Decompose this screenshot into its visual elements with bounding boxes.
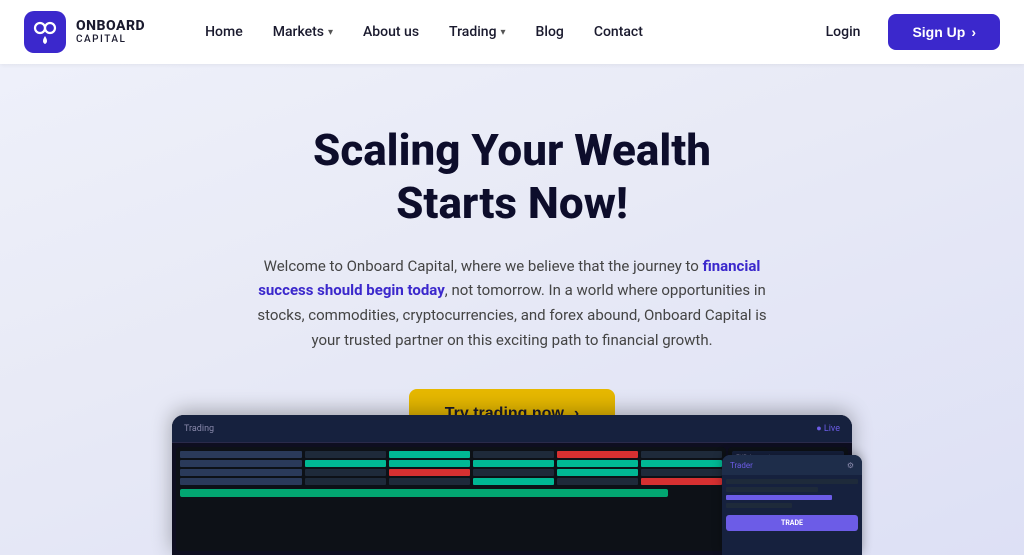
arrow-icon: › [971, 24, 976, 40]
hero-section: Scaling Your Wealth Starts Now! Welcome … [0, 64, 1024, 555]
signup-button[interactable]: Sign Up › [888, 14, 1000, 50]
nav-item-trading[interactable]: Trading ▾ [437, 16, 518, 48]
nav-item-blog[interactable]: Blog [524, 16, 576, 48]
nav-item-markets[interactable]: Markets ▾ [261, 16, 345, 48]
nav-item-contact[interactable]: Contact [582, 16, 655, 48]
hero-description: Welcome to Onboard Capital, where we bel… [252, 254, 772, 353]
logo[interactable]: ONBOARD CAPITAL [24, 11, 145, 53]
nav-links: Home Markets ▾ About us Trading ▾ Blog C… [193, 16, 814, 48]
logo-icon [24, 11, 66, 53]
logo-text: ONBOARD CAPITAL [76, 19, 145, 45]
hero-title: Scaling Your Wealth Starts Now! [252, 124, 772, 230]
dashboard-preview: Trading ● Live [102, 415, 922, 555]
nav-item-about[interactable]: About us [351, 16, 431, 48]
login-button[interactable]: Login [814, 16, 873, 48]
navbar: ONBOARD CAPITAL Home Markets ▾ About us … [0, 0, 1024, 64]
chevron-down-icon: ▾ [328, 27, 333, 38]
brand-subtitle: CAPITAL [76, 34, 145, 45]
nav-right: Login Sign Up › [814, 14, 1000, 50]
chevron-down-icon-trading: ▾ [501, 27, 506, 38]
brand-name: ONBOARD [76, 19, 145, 34]
nav-item-home[interactable]: Home [193, 16, 255, 48]
screen-topbar: Trading ● Live [172, 415, 852, 443]
side-panel: Trader ⚙ TRADE [722, 455, 862, 555]
